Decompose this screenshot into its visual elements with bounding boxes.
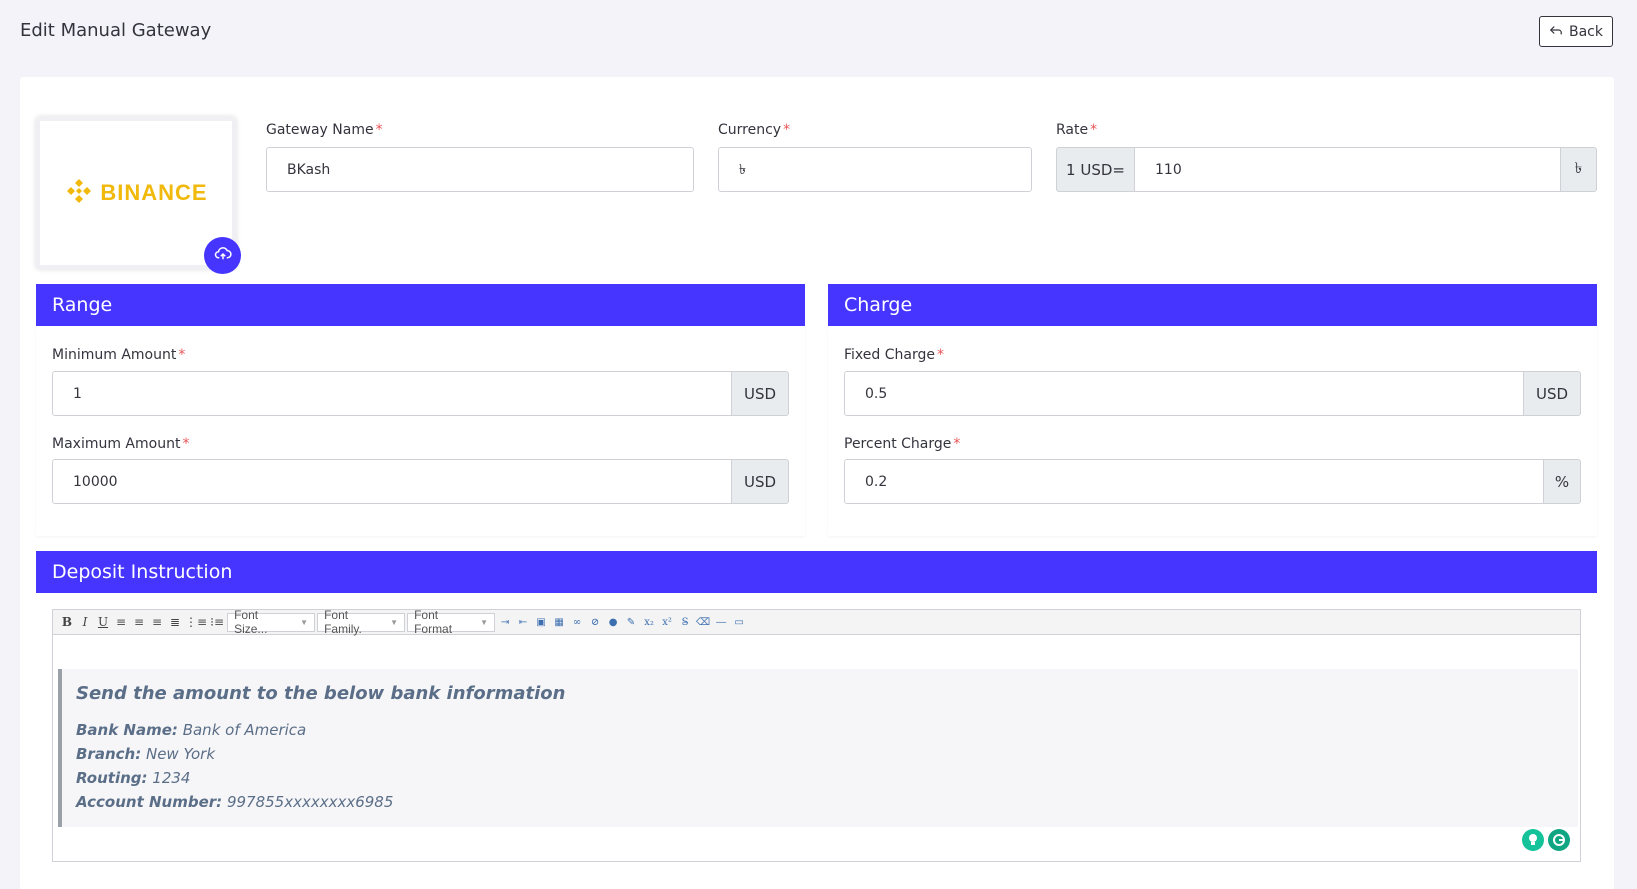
- minimum-amount-unit: USD: [731, 371, 789, 416]
- deposit-instruction-header: Deposit Instruction: [36, 551, 1597, 593]
- back-button-label: Back: [1569, 23, 1603, 40]
- underline-button[interactable]: U: [95, 613, 111, 631]
- bold-button[interactable]: B: [59, 613, 75, 631]
- italic-button[interactable]: I: [77, 613, 93, 631]
- back-button[interactable]: Back: [1539, 16, 1613, 47]
- superscript-icon[interactable]: x²: [659, 615, 675, 629]
- align-right-icon[interactable]: ≡: [149, 613, 165, 631]
- instruction-blockquote[interactable]: Send the amount to the below bank inform…: [58, 669, 1578, 827]
- rate-prefix: 1 USD=: [1056, 147, 1135, 192]
- font-family-select[interactable]: Font Family. ▼: [317, 608, 406, 636]
- percent-charge-label: Percent Charge *: [844, 436, 961, 452]
- instruction-heading: Send the amount to the below bank inform…: [76, 683, 566, 704]
- font-size-select[interactable]: Font Size... ▼: [227, 608, 316, 636]
- rich-text-editor: B I U ≡ ≡ ≡ ≣ ⋮≡ ⁝≡ Font Size... ▼ Font F…: [52, 608, 1581, 862]
- link-icon[interactable]: ∞: [569, 615, 585, 629]
- instruction-line-bank: Bank Name: Bank of America: [76, 721, 307, 739]
- grammarly-widget[interactable]: [1522, 829, 1570, 851]
- maximum-amount-unit: USD: [731, 459, 789, 504]
- strikethrough-icon[interactable]: S̶: [677, 615, 693, 629]
- currency-input[interactable]: ৳: [718, 147, 1032, 192]
- justify-icon[interactable]: ≣: [167, 613, 183, 631]
- cloud-upload-icon: [214, 245, 232, 267]
- instruction-line-routing: Routing: 1234: [76, 769, 191, 787]
- insert-image-icon[interactable]: ▣: [533, 615, 549, 629]
- grammarly-g-icon[interactable]: [1548, 829, 1570, 851]
- range-header: Range: [36, 284, 805, 326]
- instruction-line-branch: Branch: New York: [76, 745, 216, 763]
- rate-input[interactable]: 110: [1134, 147, 1561, 192]
- minimum-amount-label: Minimum Amount *: [52, 347, 186, 363]
- percent-charge-unit: %: [1543, 459, 1581, 504]
- currency-label: Currency *: [718, 122, 791, 138]
- fixed-charge-input[interactable]: 0.5: [844, 371, 1524, 416]
- color-icon[interactable]: ●: [605, 615, 621, 629]
- html-source-icon[interactable]: ▭: [731, 615, 747, 629]
- edit-image-icon[interactable]: ✎: [623, 615, 639, 629]
- gateway-name-label: Gateway Name *: [266, 122, 383, 138]
- binance-logo: BINANCE: [64, 176, 207, 210]
- unlink-icon[interactable]: ⊘: [587, 615, 603, 629]
- charge-header: Charge: [828, 284, 1597, 326]
- page-title: Edit Manual Gateway: [20, 20, 212, 41]
- rate-label: Rate *: [1056, 122, 1098, 138]
- maximum-amount-input[interactable]: 10000: [52, 459, 732, 504]
- fixed-charge-label: Fixed Charge *: [844, 347, 944, 363]
- fixed-charge-unit: USD: [1523, 371, 1581, 416]
- gateway-name-input[interactable]: BKash: [266, 147, 694, 192]
- upload-logo-button[interactable]: [204, 237, 241, 274]
- remove-format-icon[interactable]: ⌫: [695, 615, 711, 629]
- editor-toolbar: B I U ≡ ≡ ≡ ≣ ⋮≡ ⁝≡ Font Size... ▼ Font F…: [53, 608, 1580, 636]
- insert-table-icon[interactable]: ▦: [551, 615, 567, 629]
- logo-text: BINANCE: [100, 180, 208, 205]
- binance-diamond-icon: [64, 176, 94, 210]
- unordered-list-icon[interactable]: ⁝≡: [209, 613, 225, 631]
- outdent-icon[interactable]: ⇤: [515, 615, 531, 629]
- ordered-list-icon[interactable]: ⋮≡: [185, 613, 207, 631]
- horizontal-rule-icon[interactable]: ―: [713, 615, 729, 629]
- maximum-amount-label: Maximum Amount *: [52, 436, 190, 452]
- rate-suffix: ৳: [1560, 147, 1597, 192]
- indent-icon[interactable]: ⇥: [497, 615, 513, 629]
- instruction-line-account: Account Number: 997855xxxxxxxx6985: [76, 793, 394, 811]
- font-format-select[interactable]: Font Format ▼: [407, 608, 496, 636]
- lightbulb-icon[interactable]: [1522, 829, 1544, 851]
- align-center-icon[interactable]: ≡: [131, 613, 147, 631]
- minimum-amount-input[interactable]: 1: [52, 371, 732, 416]
- subscript-icon[interactable]: x₂: [641, 615, 657, 629]
- percent-charge-input[interactable]: 0.2: [844, 459, 1544, 504]
- back-arrow-icon: [1549, 23, 1563, 41]
- align-left-icon[interactable]: ≡: [113, 613, 129, 631]
